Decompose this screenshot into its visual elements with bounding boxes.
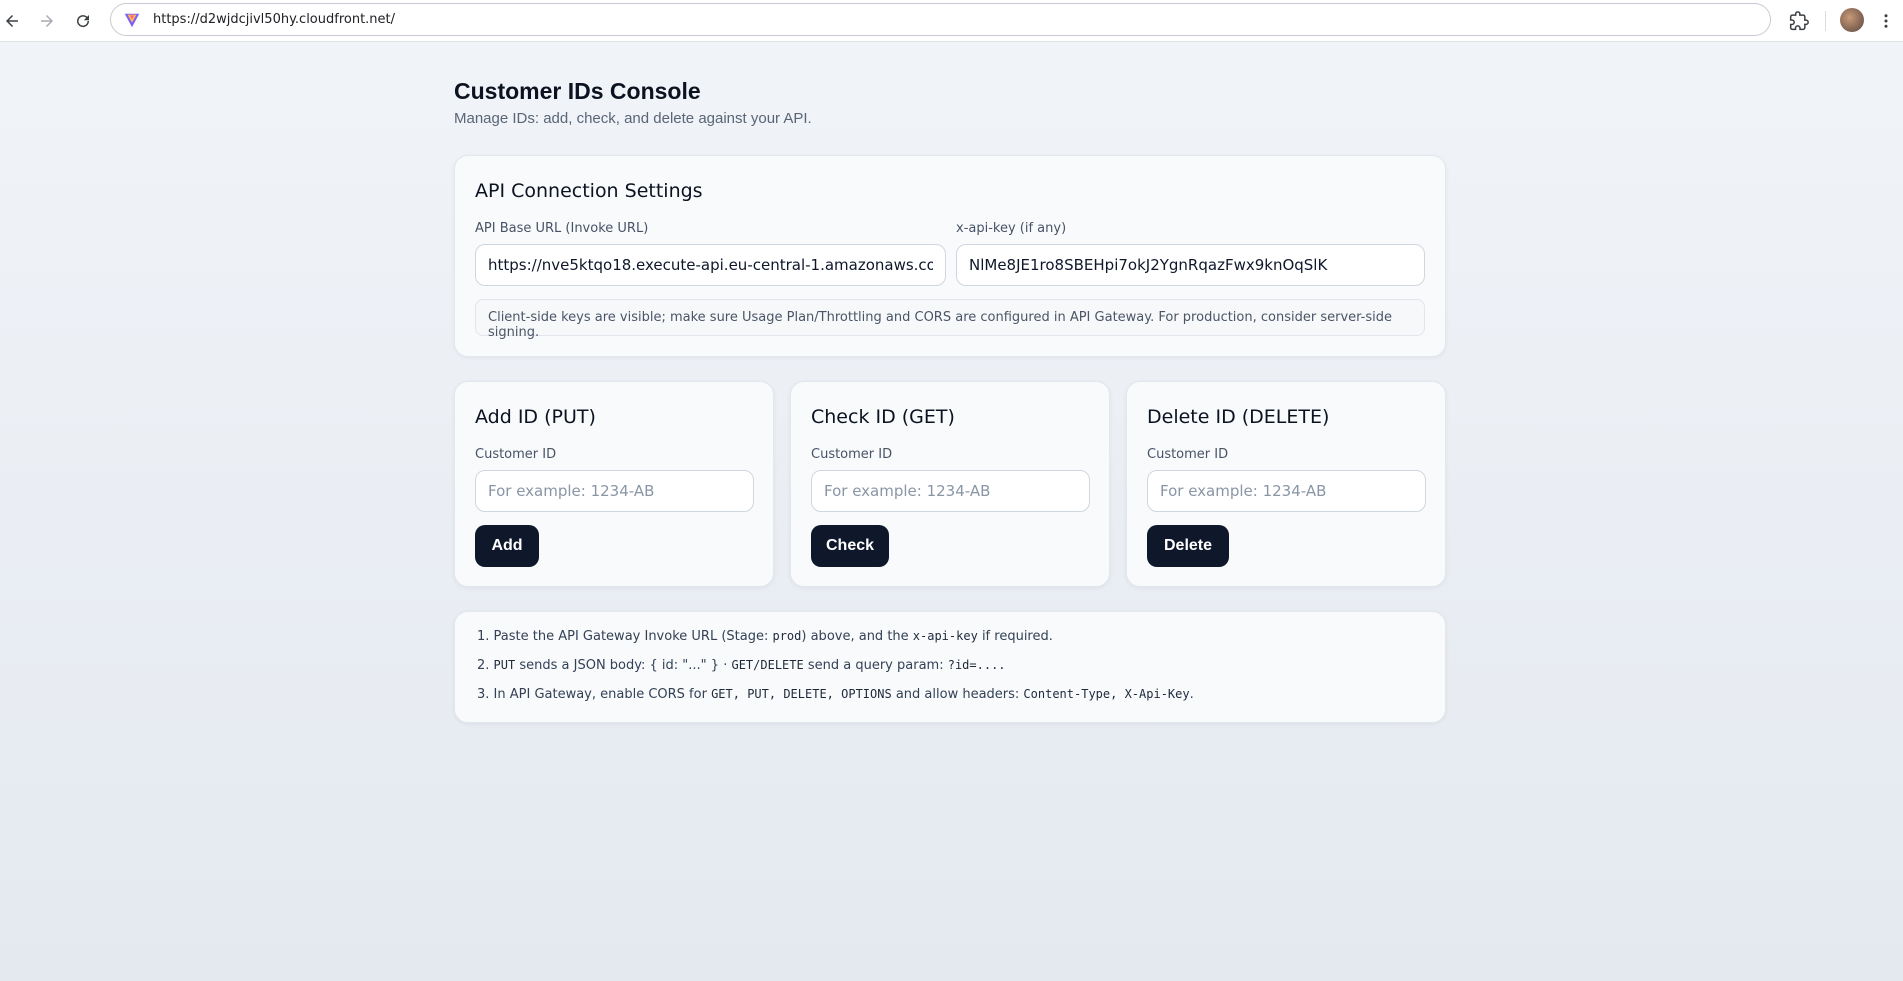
instruction-text: 2. <box>477 658 494 673</box>
instruction-code: x-api-key <box>912 629 978 643</box>
add-id-card: Add ID (PUT) Customer ID Add <box>454 381 774 587</box>
instruction-line-3: 3. In API Gateway, enable CORS for GET, … <box>477 687 1194 702</box>
instruction-text: and allow headers: <box>891 687 1024 702</box>
forward-arrow-icon <box>41 15 53 27</box>
instruction-text: if required. <box>977 629 1053 644</box>
delete-id-card: Delete ID (DELETE) Customer ID Delete <box>1126 381 1446 587</box>
back-arrow-icon <box>6 15 18 27</box>
instruction-code: GET/DELETE <box>731 658 804 672</box>
add-card-title: Add ID (PUT) <box>475 406 596 428</box>
instruction-code: prod <box>772 629 802 643</box>
check-id-card: Check ID (GET) Customer ID Check <box>790 381 1110 587</box>
page-subtitle: Manage IDs: add, check, and delete again… <box>454 110 812 127</box>
site-favicon-icon <box>124 13 140 27</box>
add-button[interactable]: Add <box>475 525 539 567</box>
instruction-code: Content-Type, X-Api-Key <box>1023 687 1190 701</box>
check-customer-id-input[interactable] <box>811 470 1090 512</box>
check-customer-id-label: Customer ID <box>811 447 893 462</box>
delete-card-title: Delete ID (DELETE) <box>1147 406 1330 428</box>
base-url-input[interactable] <box>475 244 946 286</box>
check-button[interactable]: Check <box>811 525 889 567</box>
more-menu-icon[interactable] <box>1876 8 1896 34</box>
settings-title: API Connection Settings <box>475 180 703 202</box>
reload-button[interactable] <box>65 3 101 39</box>
address-bar[interactable]: https://d2wjdcjivl50hy.cloudfront.net/ <box>110 3 1771 36</box>
delete-button[interactable]: Delete <box>1147 525 1229 567</box>
security-note: Client-side keys are visible; make sure … <box>475 299 1425 340</box>
extensions-icon[interactable] <box>1786 8 1812 34</box>
instruction-text: 1. Paste the API Gateway Invoke URL (Sta… <box>477 629 773 644</box>
back-button[interactable] <box>0 3 30 39</box>
add-customer-id-label: Customer ID <box>475 447 557 462</box>
page-title: Customer IDs Console <box>454 78 701 104</box>
instruction-line-1: 1. Paste the API Gateway Invoke URL (Sta… <box>477 629 1053 644</box>
api-settings-card: API Connection Settings API Base URL (In… <box>454 155 1446 357</box>
instruction-line-2: 2. PUT sends a JSON body: { id: "..." } … <box>477 658 1006 673</box>
reload-icon <box>77 15 90 28</box>
api-key-label: x-api-key (if any) <box>956 221 1067 236</box>
check-card-title: Check ID (GET) <box>811 406 955 428</box>
forward-button[interactable] <box>29 3 65 39</box>
browser-toolbar: https://d2wjdcjivl50hy.cloudfront.net/ <box>0 0 1903 42</box>
api-key-input[interactable] <box>956 244 1425 286</box>
url-text: https://d2wjdcjivl50hy.cloudfront.net/ <box>153 12 396 27</box>
instructions-card: 1. Paste the API Gateway Invoke URL (Sta… <box>454 611 1446 723</box>
instruction-code: ?id=.... <box>947 658 1006 672</box>
instruction-code: GET, PUT, DELETE, OPTIONS <box>711 687 892 701</box>
base-url-label: API Base URL (Invoke URL) <box>475 221 649 236</box>
instruction-code: PUT <box>493 658 516 672</box>
instruction-text: . <box>1189 687 1194 702</box>
delete-customer-id-input[interactable] <box>1147 470 1426 512</box>
delete-customer-id-label: Customer ID <box>1147 447 1229 462</box>
instruction-text: sends a JSON body: { id: "..." } · <box>515 658 732 673</box>
instruction-text: ) above, and the <box>801 629 913 644</box>
profile-avatar[interactable] <box>1840 8 1864 32</box>
instruction-text: 3. In API Gateway, enable CORS for <box>477 687 712 702</box>
add-customer-id-input[interactable] <box>475 470 754 512</box>
toolbar-divider <box>1825 11 1826 31</box>
instruction-text: send a query param: <box>803 658 948 673</box>
